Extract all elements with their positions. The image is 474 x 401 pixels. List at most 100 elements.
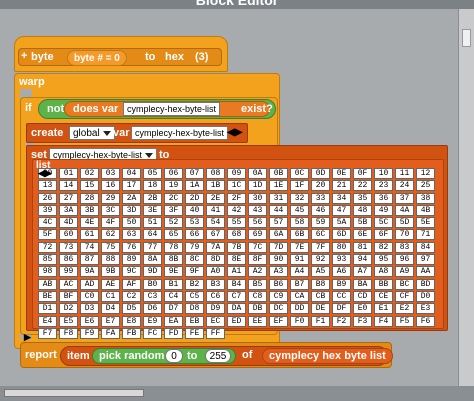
list-item-slot[interactable]: 84 bbox=[416, 241, 435, 253]
list-item-slot[interactable]: 03 bbox=[101, 168, 120, 179]
vertical-scroll-thumb[interactable] bbox=[462, 29, 471, 47]
list-item-slot[interactable]: A5 bbox=[311, 266, 330, 278]
list-item-slot[interactable]: 2F bbox=[227, 192, 246, 204]
list-item-slot[interactable]: FB bbox=[122, 327, 141, 339]
list-item-slot[interactable]: D5 bbox=[122, 303, 141, 315]
list-item-slot[interactable]: 14 bbox=[59, 180, 78, 192]
list-item-slot[interactable]: A4 bbox=[290, 266, 309, 278]
list-item-slot[interactable]: 7D bbox=[269, 241, 288, 253]
list-item-slot[interactable]: E1 bbox=[374, 303, 393, 315]
list-item-slot[interactable]: 05 bbox=[143, 168, 162, 179]
list-item-slot[interactable]: 6F bbox=[374, 229, 393, 241]
list-item-slot[interactable]: A9 bbox=[395, 266, 414, 278]
list-item-slot[interactable]: EE bbox=[248, 315, 267, 327]
list-item-slot[interactable]: E5 bbox=[59, 315, 78, 327]
list-item-slot[interactable]: C1 bbox=[101, 290, 120, 302]
list-item-slot[interactable]: F1 bbox=[311, 315, 330, 327]
list-item-slot[interactable]: D0 bbox=[416, 290, 435, 302]
list-item-slot[interactable]: DF bbox=[332, 303, 351, 315]
list-item-slot[interactable]: AB bbox=[38, 278, 57, 290]
list-item-slot[interactable]: 0C bbox=[290, 168, 309, 179]
list-item-slot[interactable]: 92 bbox=[311, 254, 330, 266]
list-item-slot[interactable]: C7 bbox=[227, 290, 246, 302]
list-item-slot[interactable]: 45 bbox=[290, 204, 309, 216]
list-item-slot[interactable]: 7C bbox=[248, 241, 267, 253]
list-item-slot[interactable]: A0 bbox=[206, 266, 225, 278]
list-item-slot[interactable]: 6A bbox=[269, 229, 288, 241]
list-item-slot[interactable]: 93 bbox=[332, 254, 351, 266]
list-item-slot[interactable]: E3 bbox=[416, 303, 435, 315]
list-item-slot[interactable]: F8 bbox=[59, 327, 78, 339]
list-item-slot[interactable]: CF bbox=[395, 290, 414, 302]
list-item-slot[interactable]: 1A bbox=[185, 180, 204, 192]
list-item-slot[interactable]: 87 bbox=[80, 254, 99, 266]
random-to-input[interactable]: 255 bbox=[205, 349, 231, 363]
list-item-slot[interactable]: CC bbox=[332, 290, 351, 302]
list-item-slot[interactable]: DE bbox=[311, 303, 330, 315]
list-item-slot[interactable]: 1E bbox=[269, 180, 288, 192]
list-item-slot[interactable]: BB bbox=[374, 278, 393, 290]
list-item-slot[interactable]: 24 bbox=[395, 180, 414, 192]
list-item-slot[interactable]: 4B bbox=[416, 204, 435, 216]
list-item-slot[interactable]: 83 bbox=[395, 241, 414, 253]
list-item-slot[interactable]: 06 bbox=[164, 168, 183, 179]
list-item-slot[interactable]: 4D bbox=[59, 217, 78, 229]
list-item-slot[interactable]: FA bbox=[101, 327, 120, 339]
list-item-slot[interactable]: 5B bbox=[353, 217, 372, 229]
left-right-arrows-icon[interactable]: ◀▶ bbox=[227, 127, 242, 138]
list-item-slot[interactable]: 08 bbox=[206, 168, 225, 179]
list-item-slot[interactable]: B2 bbox=[185, 278, 204, 290]
list-item-slot[interactable]: 4F bbox=[101, 217, 120, 229]
list-item-slot[interactable]: 0A bbox=[248, 168, 267, 179]
list-item-slot[interactable]: 9E bbox=[164, 266, 183, 278]
list-item-slot[interactable]: E6 bbox=[80, 315, 99, 327]
list-item-slot[interactable]: 97 bbox=[416, 254, 435, 266]
list-item-slot[interactable]: C8 bbox=[248, 290, 267, 302]
list-item-slot[interactable]: F6 bbox=[416, 315, 435, 327]
list-item-slot[interactable]: 35 bbox=[353, 192, 372, 204]
list-item-slot[interactable]: 8D bbox=[206, 254, 225, 266]
list-item-slot[interactable]: 65 bbox=[164, 229, 183, 241]
list-item-slot[interactable]: 73 bbox=[59, 241, 78, 253]
random-from-input[interactable]: 0 bbox=[165, 349, 183, 363]
list-item-slot[interactable]: 5A bbox=[332, 217, 351, 229]
list-item-slot[interactable]: 86 bbox=[59, 254, 78, 266]
list-item-slot[interactable]: F0 bbox=[290, 315, 309, 327]
list-item-slot[interactable]: 13 bbox=[38, 180, 57, 192]
create-var-name-input[interactable]: cymplecy-hex-byte-list bbox=[131, 126, 229, 140]
list-item-slot[interactable]: 2A bbox=[122, 192, 141, 204]
list-item-slot[interactable]: 71 bbox=[416, 229, 435, 241]
list-item-slot[interactable]: 22 bbox=[353, 180, 372, 192]
list-item-slot[interactable]: 88 bbox=[101, 254, 120, 266]
list-item-slot[interactable]: AF bbox=[122, 278, 141, 290]
list-item-slot[interactable]: 47 bbox=[332, 204, 351, 216]
list-item-slot[interactable]: 3A bbox=[59, 204, 78, 216]
list-item-slot[interactable]: EB bbox=[185, 315, 204, 327]
list-item-slot[interactable]: F3 bbox=[353, 315, 372, 327]
list-item-slot[interactable]: 99 bbox=[59, 266, 78, 278]
list-item-slot[interactable]: 60 bbox=[59, 229, 78, 241]
list-item-slot[interactable]: 85 bbox=[38, 254, 57, 266]
list-item-slot[interactable]: CA bbox=[290, 290, 309, 302]
list-item-slot[interactable]: D4 bbox=[101, 303, 120, 315]
list-item-slot[interactable]: 68 bbox=[227, 229, 246, 241]
list-item-slot[interactable]: F5 bbox=[395, 315, 414, 327]
list-item-slot[interactable]: 8A bbox=[143, 254, 162, 266]
list-item-slot[interactable]: 07 bbox=[185, 168, 204, 179]
list-item-slot[interactable]: 42 bbox=[227, 204, 246, 216]
list-item-slot[interactable]: AC bbox=[59, 278, 78, 290]
prototype-block[interactable]: + byte byte # = 0 to hex (3) bbox=[18, 48, 222, 66]
list-item-slot[interactable]: 94 bbox=[353, 254, 372, 266]
list-item-slot[interactable]: 12 bbox=[416, 168, 435, 179]
list-item-slot[interactable]: B0 bbox=[143, 278, 162, 290]
list-item-slot[interactable]: B6 bbox=[269, 278, 288, 290]
param-byte-number[interactable]: byte # = 0 bbox=[67, 50, 127, 66]
list-item-slot[interactable]: 1B bbox=[206, 180, 225, 192]
list-item-slot[interactable]: 5F bbox=[38, 229, 57, 241]
list-item-slot[interactable]: C5 bbox=[185, 290, 204, 302]
list-item-slot[interactable]: D8 bbox=[185, 303, 204, 315]
list-item-slot[interactable]: B8 bbox=[311, 278, 330, 290]
list-item-slot[interactable]: 31 bbox=[269, 192, 288, 204]
list-item-slot[interactable]: AD bbox=[80, 278, 99, 290]
var-name-input[interactable]: cymplecy-hex-byte-list bbox=[123, 102, 221, 116]
